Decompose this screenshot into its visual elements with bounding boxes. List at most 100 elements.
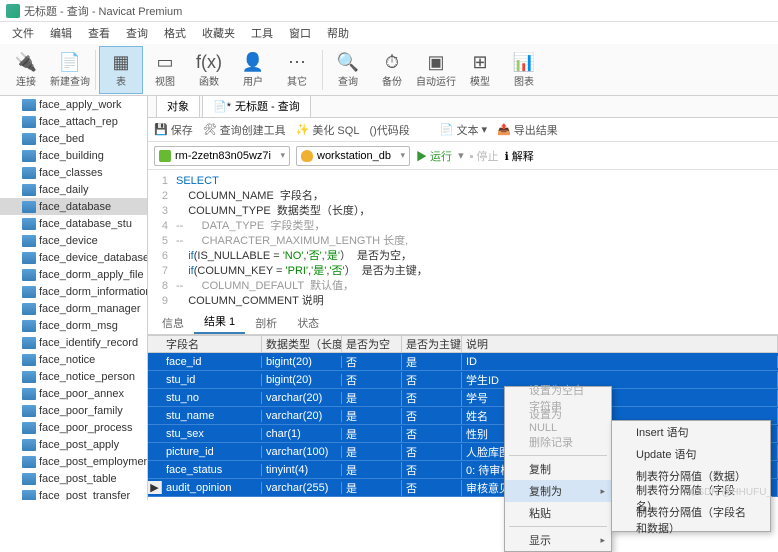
table-icon — [22, 133, 36, 145]
table-face_poor_process[interactable]: face_poor_process — [0, 419, 147, 436]
sidebar-tree[interactable]: face_apply_workface_attach_repface_bedfa… — [0, 96, 148, 500]
ctx-item[interactable]: 复制为 — [505, 480, 611, 502]
toolbar-图表[interactable]: 📊图表 — [502, 46, 546, 94]
ctx-item[interactable]: 显示 — [505, 529, 611, 551]
menu-帮助[interactable]: 帮助 — [319, 25, 357, 41]
ctx-item: 删除记录 — [505, 431, 611, 453]
table-face_notice[interactable]: face_notice — [0, 351, 147, 368]
table-icon — [22, 388, 36, 400]
table-icon — [22, 218, 36, 230]
col-header[interactable]: 字段名 — [162, 336, 262, 352]
run-button[interactable]: ▶ 运行 — [416, 148, 452, 164]
col-header[interactable]: 是否为空 — [342, 336, 402, 352]
stop-button: ▪ 停止 — [470, 148, 499, 164]
table-row[interactable]: stu_novarchar(20)是否学号 — [148, 389, 778, 407]
toolbar-自动运行[interactable]: ▣自动运行 — [414, 46, 458, 94]
table-face_building[interactable]: face_building — [0, 147, 147, 164]
table-icon — [22, 201, 36, 213]
tab-profile[interactable]: 剖析 — [245, 312, 287, 334]
menu-工具[interactable]: 工具 — [243, 25, 281, 41]
table-icon — [22, 354, 36, 366]
tab-objects[interactable]: 对象 — [156, 96, 200, 117]
table-row[interactable]: face_idbigint(20)否是ID — [148, 353, 778, 371]
col-header[interactable]: 是否为主键 — [402, 336, 462, 352]
table-face_poor_family[interactable]: face_poor_family — [0, 402, 147, 419]
toolbar-视图[interactable]: ▭视图 — [143, 46, 187, 94]
server-combo[interactable]: rm-2zetn83n05wz7i — [154, 146, 290, 166]
ctx-item[interactable]: 粘贴 — [505, 502, 611, 524]
toolbar-用户[interactable]: 👤用户 — [231, 46, 275, 94]
table-face_dorm_apply_file[interactable]: face_dorm_apply_file — [0, 266, 147, 283]
code-snippet-button[interactable]: ()代码段 — [369, 122, 409, 138]
query-toolbar: 💾 保存 🛠 查询创建工具 ✨ 美化 SQL ()代码段 📄 文本 ▾ 📤 导出… — [148, 118, 778, 142]
save-button[interactable]: 💾 保存 — [154, 122, 193, 138]
tab-result1[interactable]: 结果 1 — [194, 310, 245, 334]
menu-格式[interactable]: 格式 — [156, 25, 194, 41]
table-face_daily[interactable]: face_daily — [0, 181, 147, 198]
table-face_dorm_msg[interactable]: face_dorm_msg — [0, 317, 147, 334]
table-icon — [22, 286, 36, 298]
export-button[interactable]: 📤 导出结果 — [497, 122, 558, 138]
table-face_dorm_information[interactable]: face_dorm_information — [0, 283, 147, 300]
table-icon — [22, 337, 36, 349]
tab-status[interactable]: 状态 — [287, 312, 329, 334]
table-face_device_database[interactable]: face_device_database — [0, 249, 147, 266]
table-face_device[interactable]: face_device — [0, 232, 147, 249]
query-builder-button[interactable]: 🛠 查询创建工具 — [203, 122, 286, 138]
menu-编辑[interactable]: 编辑 — [42, 25, 80, 41]
table-face_database_stu[interactable]: face_database_stu — [0, 215, 147, 232]
explain-button[interactable]: ℹ 解释 — [505, 148, 534, 164]
tab-query[interactable]: 📄*无标题 - 查询 — [202, 96, 311, 117]
table-face_classes[interactable]: face_classes — [0, 164, 147, 181]
menu-文件[interactable]: 文件 — [4, 25, 42, 41]
toolbar-表[interactable]: ▦表 — [99, 46, 143, 94]
table-face_post_employmen[interactable]: face_post_employmen — [0, 453, 147, 470]
table-face_poor_annex[interactable]: face_poor_annex — [0, 385, 147, 402]
app-icon — [6, 4, 20, 18]
toolbar-连接[interactable]: 🔌连接 — [4, 46, 48, 94]
ctx-item[interactable]: Insert 语句 — [612, 421, 770, 443]
table-face_attach_rep[interactable]: face_attach_rep — [0, 113, 147, 130]
ctx-item[interactable]: 制表符分隔值（字段名和数据） — [612, 509, 770, 531]
table-face_post_apply[interactable]: face_post_apply — [0, 436, 147, 453]
table-icon — [22, 422, 36, 434]
connection-bar: rm-2zetn83n05wz7i workstation_db ▶ 运行▾ ▪… — [148, 142, 778, 170]
table-face_post_table[interactable]: face_post_table — [0, 470, 147, 487]
toolbar-备份[interactable]: ⏱备份 — [370, 46, 414, 94]
menu-查询[interactable]: 查询 — [118, 25, 156, 41]
col-header[interactable]: 数据类型（长度 — [262, 336, 342, 352]
table-face_apply_work[interactable]: face_apply_work — [0, 96, 147, 113]
toolbar-新建查询[interactable]: 📄新建查询 — [48, 46, 92, 94]
table-row[interactable]: stu_idbigint(20)否否学生ID — [148, 371, 778, 389]
table-face_post_transfer[interactable]: face_post_transfer — [0, 487, 147, 500]
tab-info[interactable]: 信息 — [152, 312, 194, 334]
toolbar-模型[interactable]: ⊞模型 — [458, 46, 502, 94]
beautify-sql-button[interactable]: ✨ 美化 SQL — [296, 122, 360, 138]
context-submenu[interactable]: Insert 语句Update 语句制表符分隔值（数据）制表符分隔值（字段名）制… — [611, 420, 771, 532]
toolbar-查询[interactable]: 🔍查询 — [326, 46, 370, 94]
col-header[interactable]: 说明 — [462, 336, 778, 352]
table-icon — [22, 150, 36, 162]
table-icon — [22, 490, 36, 501]
table-icon — [22, 303, 36, 315]
toolbar-其它[interactable]: ⋯其它 — [275, 46, 319, 94]
table-face_dorm_manager[interactable]: face_dorm_manager — [0, 300, 147, 317]
ctx-item[interactable]: 复制 — [505, 458, 611, 480]
toolbar-函数[interactable]: f(x)函数 — [187, 46, 231, 94]
table-icon — [22, 167, 36, 179]
context-menu[interactable]: 设置为空白字符串设置为 NULL删除记录复制复制为粘贴显示 — [504, 386, 612, 552]
text-button[interactable]: 📄 文本 ▾ — [440, 122, 487, 138]
table-face_identify_record[interactable]: face_identify_record — [0, 334, 147, 351]
table-face_bed[interactable]: face_bed — [0, 130, 147, 147]
database-combo[interactable]: workstation_db — [296, 146, 410, 166]
tab-bar: 对象 📄*无标题 - 查询 — [148, 96, 778, 118]
menu-窗口[interactable]: 窗口 — [281, 25, 319, 41]
table-face_database[interactable]: face_database — [0, 198, 147, 215]
ctx-item[interactable]: Update 语句 — [612, 443, 770, 465]
menu-查看[interactable]: 查看 — [80, 25, 118, 41]
table-face_notice_person[interactable]: face_notice_person — [0, 368, 147, 385]
sql-editor[interactable]: 1SELECT2 COLUMN_NAME 字段名，3 COLUMN_TYPE 数… — [148, 170, 778, 313]
menu-收藏夹[interactable]: 收藏夹 — [194, 25, 243, 41]
window-title: 无标题 - 查询 - Navicat Premium — [24, 3, 182, 19]
table-icon — [22, 184, 36, 196]
